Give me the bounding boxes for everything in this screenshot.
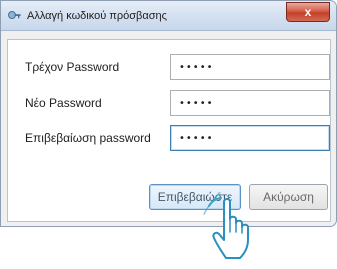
- current-password-field[interactable]: [170, 54, 330, 80]
- title-bar[interactable]: Αλλαγή κωδικού πρόσβασης x: [1, 1, 336, 31]
- confirm-password-label: Επιβεβαίωση password: [25, 131, 151, 145]
- password-change-dialog: Αλλαγή κωδικού πρόσβασης x Τρέχον Passwo…: [0, 0, 337, 227]
- close-button[interactable]: x: [286, 2, 330, 22]
- confirm-password-field[interactable]: [170, 125, 330, 151]
- window-title: Αλλαγή κωδικού πρόσβασης: [27, 10, 167, 22]
- new-password-field[interactable]: [170, 90, 330, 116]
- key-app-icon: [7, 9, 21, 23]
- form-panel: Τρέχον Password Νέο Password Επιβεβαίωση…: [7, 39, 331, 222]
- current-password-label: Τρέχον Password: [25, 60, 120, 74]
- hand-pointer-icon: [200, 191, 270, 264]
- new-password-label: Νέο Password: [25, 96, 102, 110]
- close-icon: x: [304, 5, 312, 19]
